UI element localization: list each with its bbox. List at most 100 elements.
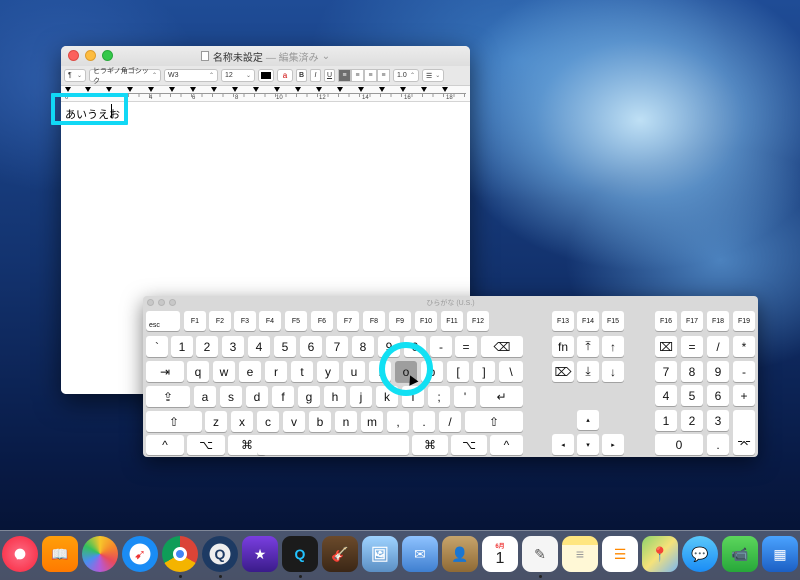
key-caps-lock[interactable]: ⇪ — [146, 386, 190, 407]
imovie-icon[interactable]: ★ — [242, 536, 278, 572]
key-m[interactable]: m — [361, 411, 383, 432]
key-esc[interactable]: esc — [146, 311, 180, 331]
key-y[interactable]: y — [317, 361, 339, 382]
font-family-popup[interactable]: ヒラギノ角ゴシック ⌃ — [89, 68, 161, 85]
reminders-icon[interactable]: ☰ — [602, 536, 638, 572]
key-numpad-9[interactable]: 9 — [707, 361, 729, 382]
key-numpad-multiply[interactable]: * — [733, 336, 755, 357]
font-size-combo[interactable]: 12 ⌄ — [221, 69, 255, 82]
key-arrow-right[interactable]: ▸ — [602, 434, 624, 455]
key-left-bracket[interactable]: [ — [447, 361, 469, 382]
key-4[interactable]: 4 — [248, 336, 270, 357]
key-6[interactable]: 6 — [300, 336, 322, 357]
chevron-down-icon[interactable]: ⌄ — [322, 51, 330, 62]
tab-stop-marker[interactable] — [148, 87, 154, 92]
key-fn[interactable]: fn — [552, 336, 574, 357]
key-n[interactable]: n — [335, 411, 357, 432]
key-page-up[interactable]: ↑ — [602, 336, 624, 357]
keynote-icon[interactable]: ▦ — [762, 536, 798, 572]
tab-stop-marker[interactable] — [169, 87, 175, 92]
tab-stop-marker[interactable] — [295, 87, 301, 92]
tab-stop-marker[interactable] — [358, 87, 364, 92]
key-right-bracket[interactable]: ] — [473, 361, 495, 382]
key-numpad-8[interactable]: 8 — [681, 361, 703, 382]
key-b[interactable]: b — [309, 411, 331, 432]
chrome-icon[interactable] — [162, 536, 198, 572]
zoom-button[interactable] — [102, 50, 113, 61]
paragraph-style-popup[interactable]: ¶ ⌄ — [64, 69, 86, 82]
key-x[interactable]: x — [231, 411, 253, 432]
key-page-down[interactable]: ↓ — [602, 361, 624, 382]
key-e[interactable]: e — [239, 361, 261, 382]
key-5[interactable]: 5 — [274, 336, 296, 357]
key-arrow-up[interactable]: ▴ — [577, 410, 599, 430]
keyboard-viewer-window[interactable]: ひらがな (U.S.) esc F1 F2 F3 F4 F5 F6 F7 F8 … — [143, 296, 758, 457]
tab-stop-marker[interactable] — [190, 87, 196, 92]
key-u[interactable]: u — [343, 361, 365, 382]
key-backslash[interactable]: \ — [499, 361, 523, 382]
contacts-icon[interactable]: 👤 — [442, 536, 478, 572]
key-f12[interactable]: F12 — [467, 311, 489, 331]
facetime-icon[interactable]: 📹 — [722, 536, 758, 572]
key-numpad-plus[interactable]: + — [733, 385, 755, 406]
key-s[interactable]: s — [220, 386, 242, 407]
tab-stop-marker[interactable] — [316, 87, 322, 92]
books-icon[interactable]: 📖 — [42, 536, 78, 572]
garageband-icon[interactable]: 🎸 — [322, 536, 358, 572]
key-equals[interactable]: = — [455, 336, 477, 357]
key-minus[interactable]: - — [430, 336, 452, 357]
align-justify-button[interactable]: ≡ — [377, 69, 390, 82]
key-f15[interactable]: F15 — [602, 311, 624, 331]
key-right-command[interactable]: ⌘ — [412, 435, 448, 455]
textedit-icon[interactable]: ✎ — [522, 536, 558, 572]
key-arrow-left[interactable]: ◂ — [552, 434, 574, 455]
key-w[interactable]: w — [213, 361, 235, 382]
tab-stop-marker[interactable] — [421, 87, 427, 92]
tab-stop-marker[interactable] — [85, 87, 91, 92]
key-numpad-equals[interactable]: = — [681, 336, 703, 357]
key-f[interactable]: f — [272, 386, 294, 407]
key-f6[interactable]: F6 — [311, 311, 333, 331]
key-backtick[interactable]: ` — [146, 336, 168, 357]
key-numpad-clear[interactable]: ⌧ — [655, 336, 677, 357]
key-numpad-7[interactable]: 7 — [655, 361, 677, 382]
key-d[interactable]: d — [246, 386, 268, 407]
align-left-button[interactable]: ≡ — [338, 69, 351, 82]
tab-stop-marker[interactable] — [106, 87, 112, 92]
key-numpad-5[interactable]: 5 — [681, 385, 703, 406]
tab-stop-marker[interactable] — [379, 87, 385, 92]
key-f16[interactable]: F16 — [655, 311, 677, 331]
tab-stop-marker[interactable] — [274, 87, 280, 92]
key-f17[interactable]: F17 — [681, 311, 703, 331]
safari-icon[interactable]: ➹ — [122, 536, 158, 572]
key-period[interactable]: . — [413, 411, 435, 432]
italic-button[interactable]: I — [310, 69, 321, 82]
background-color-well[interactable]: a — [277, 69, 293, 82]
photos-icon[interactable] — [82, 536, 118, 572]
tab-stop-marker[interactable] — [337, 87, 343, 92]
tab-stop-marker[interactable] — [253, 87, 259, 92]
key-f18[interactable]: F18 — [707, 311, 729, 331]
key-numpad-3[interactable]: 3 — [707, 410, 729, 431]
key-r[interactable]: r — [265, 361, 287, 382]
minimize-button[interactable] — [158, 299, 165, 306]
line-spacing-popup[interactable]: 1.0 ⌃ — [393, 69, 419, 82]
mail-icon[interactable]: ✉ — [402, 536, 438, 572]
q-app-icon[interactable]: Q — [282, 536, 318, 572]
key-h[interactable]: h — [324, 386, 346, 407]
calendar-icon[interactable]: 6月 1 — [482, 536, 518, 572]
tab-stop-marker[interactable] — [127, 87, 133, 92]
key-f1[interactable]: F1 — [184, 311, 206, 331]
key-numpad-2[interactable]: 2 — [681, 410, 703, 431]
textedit-titlebar[interactable]: 名称未設定 — 編集済み ⌄ — [61, 46, 470, 66]
list-style-popup[interactable]: ☰ ⌄ — [422, 69, 444, 82]
tab-stop-marker[interactable] — [211, 87, 217, 92]
align-right-button[interactable]: ≡ — [364, 69, 377, 82]
key-return[interactable]: ↵ — [480, 386, 523, 407]
key-numpad-1[interactable]: 1 — [655, 410, 677, 431]
key-j[interactable]: j — [350, 386, 372, 407]
text-color-well[interactable] — [258, 69, 274, 82]
key-t[interactable]: t — [291, 361, 313, 382]
messages-icon[interactable]: 💬 — [682, 536, 718, 572]
font-weight-popup[interactable]: W3 ⌃ — [164, 69, 218, 82]
